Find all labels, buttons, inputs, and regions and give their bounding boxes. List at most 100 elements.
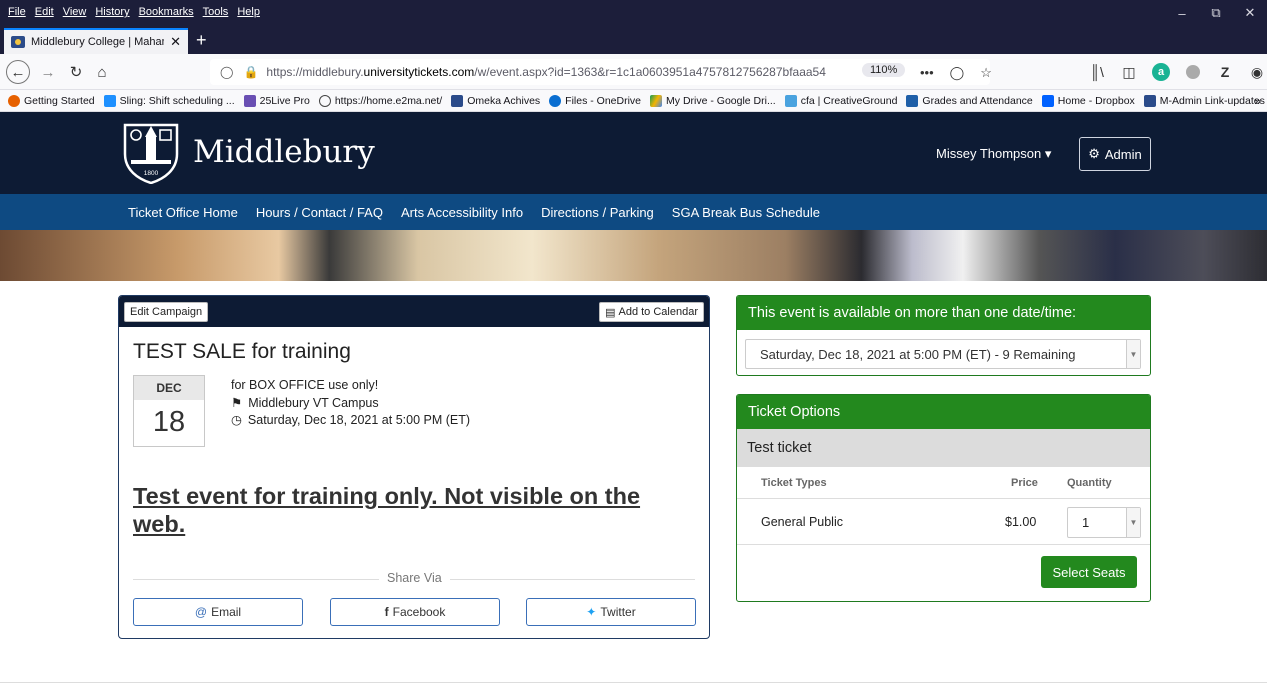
- calendar-icon: ▤: [605, 306, 616, 319]
- event-note: for BOX OFFICE use only!: [231, 378, 379, 392]
- quantity-select[interactable]: 1 ▼: [1067, 507, 1141, 538]
- zoom-level[interactable]: 110%: [862, 63, 906, 77]
- bookmark-m-admin[interactable]: M-Admin Link-updates: [1143, 94, 1265, 107]
- ticket-options-panel: Ticket Options Test ticket Ticket Types …: [736, 394, 1151, 602]
- omeka-icon: [451, 94, 464, 107]
- site-name[interactable]: Middlebury: [193, 134, 375, 170]
- chevron-down-icon: ▼: [1126, 340, 1140, 368]
- bookmark-getting-started[interactable]: Getting Started: [8, 94, 95, 107]
- bookmark-e2ma[interactable]: https://home.e2ma.net/: [318, 94, 442, 107]
- bookmarks-toolbar: Getting Started Sling: Shift scheduling …: [0, 90, 1267, 112]
- menu-help[interactable]: Help: [237, 6, 260, 18]
- add-to-calendar-button[interactable]: ▤ Add to Calendar: [599, 302, 704, 322]
- extension-green-icon[interactable]: a: [1152, 63, 1170, 81]
- url-prefix: https://middlebury.: [266, 65, 364, 79]
- firefox-icon: [8, 94, 20, 107]
- close-window-icon[interactable]: ✕: [1233, 0, 1267, 26]
- logo-year: 1800: [144, 170, 159, 177]
- ticket-table: Ticket Types Price Quantity General Publ…: [737, 467, 1150, 545]
- bookmark-star-icon[interactable]: ☆: [980, 65, 992, 81]
- date-badge: DEC 18: [133, 375, 205, 447]
- sling-icon: [103, 94, 116, 107]
- zotero-icon[interactable]: Z: [1216, 63, 1234, 81]
- nav-ticket-office-home[interactable]: Ticket Office Home: [128, 205, 238, 220]
- bookmark-grades[interactable]: Grades and Attendance: [906, 94, 1033, 107]
- event-card: Edit Campaign ▤ Add to Calendar TEST SAL…: [118, 295, 710, 639]
- page-actions-icon[interactable]: •••: [920, 65, 934, 81]
- menu-history[interactable]: History: [95, 6, 129, 18]
- ticket-type: General Public: [761, 515, 843, 529]
- bookmark-onedrive[interactable]: Files - OneDrive: [549, 94, 641, 107]
- admin-button[interactable]: ⚙ Admin: [1079, 137, 1151, 171]
- minimize-icon[interactable]: –: [1165, 0, 1199, 26]
- grades-icon: [906, 94, 919, 107]
- event-card-header: Edit Campaign ▤ Add to Calendar: [119, 296, 709, 327]
- menu-edit[interactable]: Edit: [35, 6, 54, 18]
- back-icon[interactable]: ←: [6, 60, 30, 84]
- nav-hours-contact-faq[interactable]: Hours / Contact / FAQ: [256, 205, 383, 220]
- event-description: Test event for training only. Not visibl…: [133, 483, 641, 537]
- nav-sga-bus-schedule[interactable]: SGA Break Bus Schedule: [672, 205, 820, 220]
- date-select[interactable]: Saturday, Dec 18, 2021 at 5:00 PM (ET) -…: [745, 339, 1141, 369]
- at-icon: @: [194, 605, 208, 619]
- bookmark-omeka[interactable]: Omeka Achives: [451, 94, 540, 107]
- event-location: ⚑ Middlebury VT Campus: [231, 395, 470, 413]
- url-domain: universitytickets.com: [363, 65, 475, 79]
- bookmarks-overflow-icon[interactable]: »: [1254, 94, 1261, 108]
- pocket-icon[interactable]: ◯: [950, 65, 965, 81]
- browser-tab[interactable]: Middlebury College | Mahaney ✕: [4, 28, 188, 54]
- extension-grey-icon[interactable]: [1184, 63, 1202, 81]
- creativeground-icon: [784, 94, 797, 107]
- map-marker-icon: ⚑: [231, 395, 243, 410]
- toolbar-icons: ║\ ◫ a Z ◉ ☰: [1088, 63, 1267, 81]
- new-tab-icon[interactable]: +: [196, 30, 207, 51]
- close-tab-icon[interactable]: ✕: [170, 34, 181, 50]
- share-via-label: Share Via: [379, 571, 450, 585]
- menu-tools[interactable]: Tools: [203, 6, 229, 18]
- sidebar-icon[interactable]: ◫: [1120, 63, 1138, 81]
- browser-toolbar: ← → ↻ ⌂ ◯ 🔒 https://middlebury. universit…: [0, 54, 1267, 90]
- share-twitter-button[interactable]: ✦ Twitter: [526, 598, 696, 626]
- caret-down-icon: ▾: [1044, 146, 1052, 161]
- event-datetime: ◷ Saturday, Dec 18, 2021 at 5:00 PM (ET): [231, 412, 470, 430]
- menu-file[interactable]: File: [8, 6, 26, 18]
- user-menu[interactable]: Missey Thompson ▾: [936, 146, 1051, 162]
- lock-icon[interactable]: 🔒: [243, 65, 258, 79]
- nav-directions-parking[interactable]: Directions / Parking: [541, 205, 654, 220]
- header-price: Price: [1011, 477, 1038, 489]
- tracking-shield-icon[interactable]: ◯: [220, 65, 233, 79]
- header-ticket-types: Ticket Types: [761, 477, 827, 489]
- middlebury-shield-logo[interactable]: 1800: [122, 122, 180, 184]
- forward-icon[interactable]: →: [36, 60, 60, 84]
- tab-bar: Middlebury College | Mahaney ✕ +: [0, 26, 1267, 54]
- bookmark-25live[interactable]: 25Live Pro: [243, 94, 310, 107]
- menu-bookmarks[interactable]: Bookmarks: [139, 6, 194, 18]
- bookmark-creativeground[interactable]: cfa | CreativeGround: [784, 94, 897, 107]
- home-icon[interactable]: ⌂: [90, 60, 114, 84]
- date-panel-title: This event is available on more than one…: [737, 296, 1150, 330]
- page-bottom-divider: [0, 682, 1267, 683]
- edit-campaign-button[interactable]: Edit Campaign: [124, 302, 209, 322]
- menu-view[interactable]: View: [63, 6, 87, 18]
- library-icon[interactable]: ║\: [1088, 63, 1106, 81]
- share-facebook-button[interactable]: f Facebook: [330, 598, 500, 626]
- account-icon[interactable]: ◉: [1248, 63, 1266, 81]
- date-month: DEC: [134, 376, 204, 400]
- table-row: General Public $1.00 1 ▼: [737, 499, 1150, 545]
- ticket-panel-title: Ticket Options: [737, 395, 1150, 429]
- header-quantity: Quantity: [1067, 477, 1112, 489]
- window-controls: – ⧉ ✕: [1165, 0, 1267, 26]
- reload-icon[interactable]: ↻: [64, 60, 88, 84]
- gear-icon: ⚙: [1088, 146, 1100, 161]
- bookmark-dropbox[interactable]: Home - Dropbox: [1041, 94, 1135, 107]
- bookmark-sling[interactable]: Sling: Shift scheduling ...: [103, 94, 235, 107]
- restore-icon[interactable]: ⧉: [1199, 0, 1233, 26]
- menu-list: File Edit View History Bookmarks Tools H…: [8, 6, 260, 18]
- nav-arts-accessibility[interactable]: Arts Accessibility Info: [401, 205, 523, 220]
- share-email-button[interactable]: @ Email: [133, 598, 303, 626]
- event-info: for BOX OFFICE use only! ⚑ Middlebury VT …: [231, 377, 470, 430]
- clock-icon: ◷: [231, 413, 242, 427]
- ticket-table-header: Ticket Types Price Quantity: [737, 467, 1150, 499]
- bookmark-google-drive[interactable]: My Drive - Google Dri...: [650, 94, 776, 107]
- select-seats-button[interactable]: Select Seats: [1041, 556, 1137, 588]
